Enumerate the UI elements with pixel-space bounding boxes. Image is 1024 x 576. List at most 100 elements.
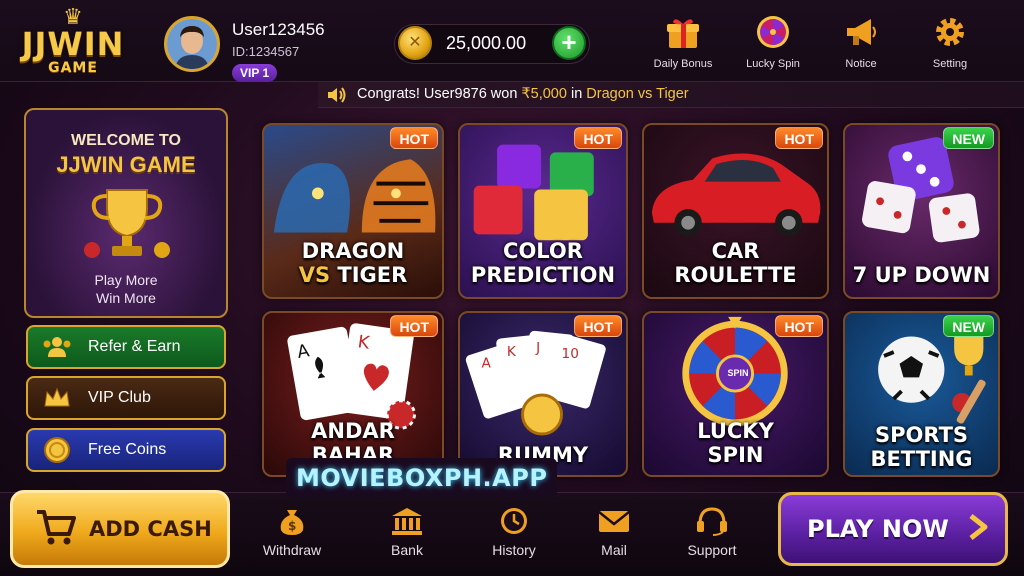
game-title-tiger: TIGER: [330, 263, 408, 287]
cart-icon: [35, 508, 77, 551]
free-coins-button[interactable]: Free Coins: [26, 428, 226, 472]
play-now-label: PLAY NOW: [807, 515, 949, 543]
nav-support-label: Support: [687, 542, 737, 558]
megaphone-icon: [843, 14, 879, 50]
game-title: SPORTS BETTING: [845, 423, 998, 471]
hot-badge: HOT: [390, 127, 438, 149]
coin-icon: [42, 435, 72, 465]
game-card-sports-betting[interactable]: NEW SPORTS BETTING: [843, 311, 1000, 477]
game-title-line1: LUCKY: [697, 419, 774, 443]
play-now-button[interactable]: PLAY NOW: [778, 492, 1008, 566]
game-title-line1: DRAGON: [301, 239, 405, 263]
refer-earn-button[interactable]: Refer & Earn: [26, 325, 226, 369]
avatar[interactable]: [164, 16, 220, 72]
game-card-lucky-spin[interactable]: SPIN HOT LUCKY SPIN: [642, 311, 829, 477]
game-card-rummy[interactable]: A K J 10 HOT RUMMY: [458, 311, 628, 477]
notice-button[interactable]: Notice: [821, 14, 901, 70]
hot-badge: HOT: [775, 315, 823, 337]
coin-icon: ✕: [398, 26, 432, 60]
announcement-amount: ₹5,000: [521, 86, 567, 102]
chevron-right-icon: [967, 513, 989, 546]
game-card-car-roulette[interactable]: HOT CAR ROULETTE: [642, 123, 829, 299]
clock-icon: [497, 506, 531, 536]
game-title-line1: 7 UP DOWN: [852, 263, 991, 287]
people-icon: [42, 332, 72, 362]
hot-badge: HOT: [390, 315, 438, 337]
game-title-line1: CAR: [711, 239, 760, 263]
bank-icon: [390, 506, 424, 536]
welcome-brand: JJWIN GAME: [56, 152, 196, 177]
balance-value: 25,000.00: [446, 33, 527, 53]
svg-text:10: 10: [562, 346, 579, 362]
nav-bank[interactable]: Bank: [367, 506, 447, 558]
daily-bonus-label: Daily Bonus: [653, 58, 713, 70]
game-card-color-prediction[interactable]: HOT COLOR PREDICTION: [458, 123, 628, 299]
game-title-vs: VS: [298, 263, 331, 287]
vip-badge: VIP 1: [232, 64, 278, 82]
setting-button[interactable]: Setting: [910, 14, 990, 70]
add-balance-button[interactable]: +: [552, 26, 586, 60]
daily-bonus-button[interactable]: Daily Bonus: [643, 14, 723, 70]
game-title-line2: BETTING: [870, 447, 973, 471]
game-title-line2: VS TIGER: [264, 263, 442, 287]
game-title-line1: COLOR: [503, 239, 583, 263]
gear-icon: [932, 14, 968, 50]
announcement-text: Congrats! User9876 won ₹5,000 in Dragon …: [357, 86, 689, 102]
new-badge: NEW: [943, 127, 994, 149]
svg-text:$: $: [288, 519, 296, 533]
game-card-7-up-down[interactable]: NEW 7 UP DOWN: [843, 123, 1000, 299]
game-title: DRAGON VS TIGER: [264, 239, 442, 287]
nav-mail-label: Mail: [601, 542, 627, 558]
game-title: 7 UP DOWN: [845, 263, 998, 287]
nav-bank-label: Bank: [391, 542, 423, 558]
user-id: ID:1234567: [232, 44, 300, 59]
add-cash-button[interactable]: ADD CASH: [10, 490, 230, 568]
game-title-line2: ROULETTE: [674, 263, 797, 287]
hot-badge: HOT: [775, 127, 823, 149]
lucky-spin-button[interactable]: Lucky Spin: [733, 14, 813, 70]
svg-text:K: K: [507, 344, 517, 360]
add-cash-label: ADD CASH: [89, 517, 212, 541]
free-coins-label: Free Coins: [88, 441, 167, 458]
game-card-andar-bahar[interactable]: A K HOT ANDAR BAHAR: [262, 311, 444, 477]
game-title: LUCKY SPIN: [644, 419, 827, 467]
announcement-middle: in: [566, 86, 587, 102]
vip-club-label: VIP Club: [88, 389, 151, 406]
logo-text: JJWIN: [21, 25, 125, 63]
crown-icon: [42, 383, 72, 413]
nav-mail[interactable]: Mail: [574, 506, 654, 558]
nav-withdraw[interactable]: $ Withdraw: [252, 506, 332, 558]
setting-label: Setting: [932, 58, 968, 70]
announcement-game: Dragon vs Tiger: [586, 86, 689, 102]
nav-withdraw-label: Withdraw: [262, 542, 322, 558]
welcome-tagline-2: Win More: [96, 290, 156, 306]
mail-icon: [597, 506, 631, 536]
vip-club-button[interactable]: VIP Club: [26, 376, 226, 420]
game-title-line1: SPORTS: [874, 423, 969, 447]
svg-text:A: A: [482, 356, 492, 372]
lucky-spin-label: Lucky Spin: [746, 58, 800, 70]
watermark: MOVIEBOXPH.APP: [286, 458, 558, 498]
nav-history[interactable]: History: [474, 506, 554, 558]
speaker-icon: [326, 86, 348, 109]
refer-earn-label: Refer & Earn: [88, 338, 181, 355]
headset-icon: [695, 506, 729, 536]
new-badge: NEW: [943, 315, 994, 337]
game-title: COLOR PREDICTION: [460, 239, 626, 287]
welcome-heading: WELCOME TO: [71, 132, 181, 149]
trophy-icon: [82, 184, 172, 264]
welcome-tagline-1: Play More: [94, 272, 158, 288]
avatar-portrait: [167, 19, 217, 69]
nav-support[interactable]: Support: [672, 506, 752, 558]
gift-icon: [665, 14, 701, 50]
app-logo: ♛ JJWIN GAME: [8, 6, 138, 82]
game-card-dragon-vs-tiger[interactable]: HOT DRAGON VS TIGER: [262, 123, 444, 299]
game-title-line2: SPIN: [707, 443, 764, 467]
hot-badge: HOT: [574, 315, 622, 337]
wheel-icon: [755, 14, 791, 50]
svg-text:J: J: [535, 340, 540, 356]
game-title-line2: PREDICTION: [470, 263, 616, 287]
hot-badge: HOT: [574, 127, 622, 149]
announcement-prefix: Congrats! User9876 won: [357, 86, 522, 102]
game-title-line1: ANDAR: [311, 419, 395, 443]
